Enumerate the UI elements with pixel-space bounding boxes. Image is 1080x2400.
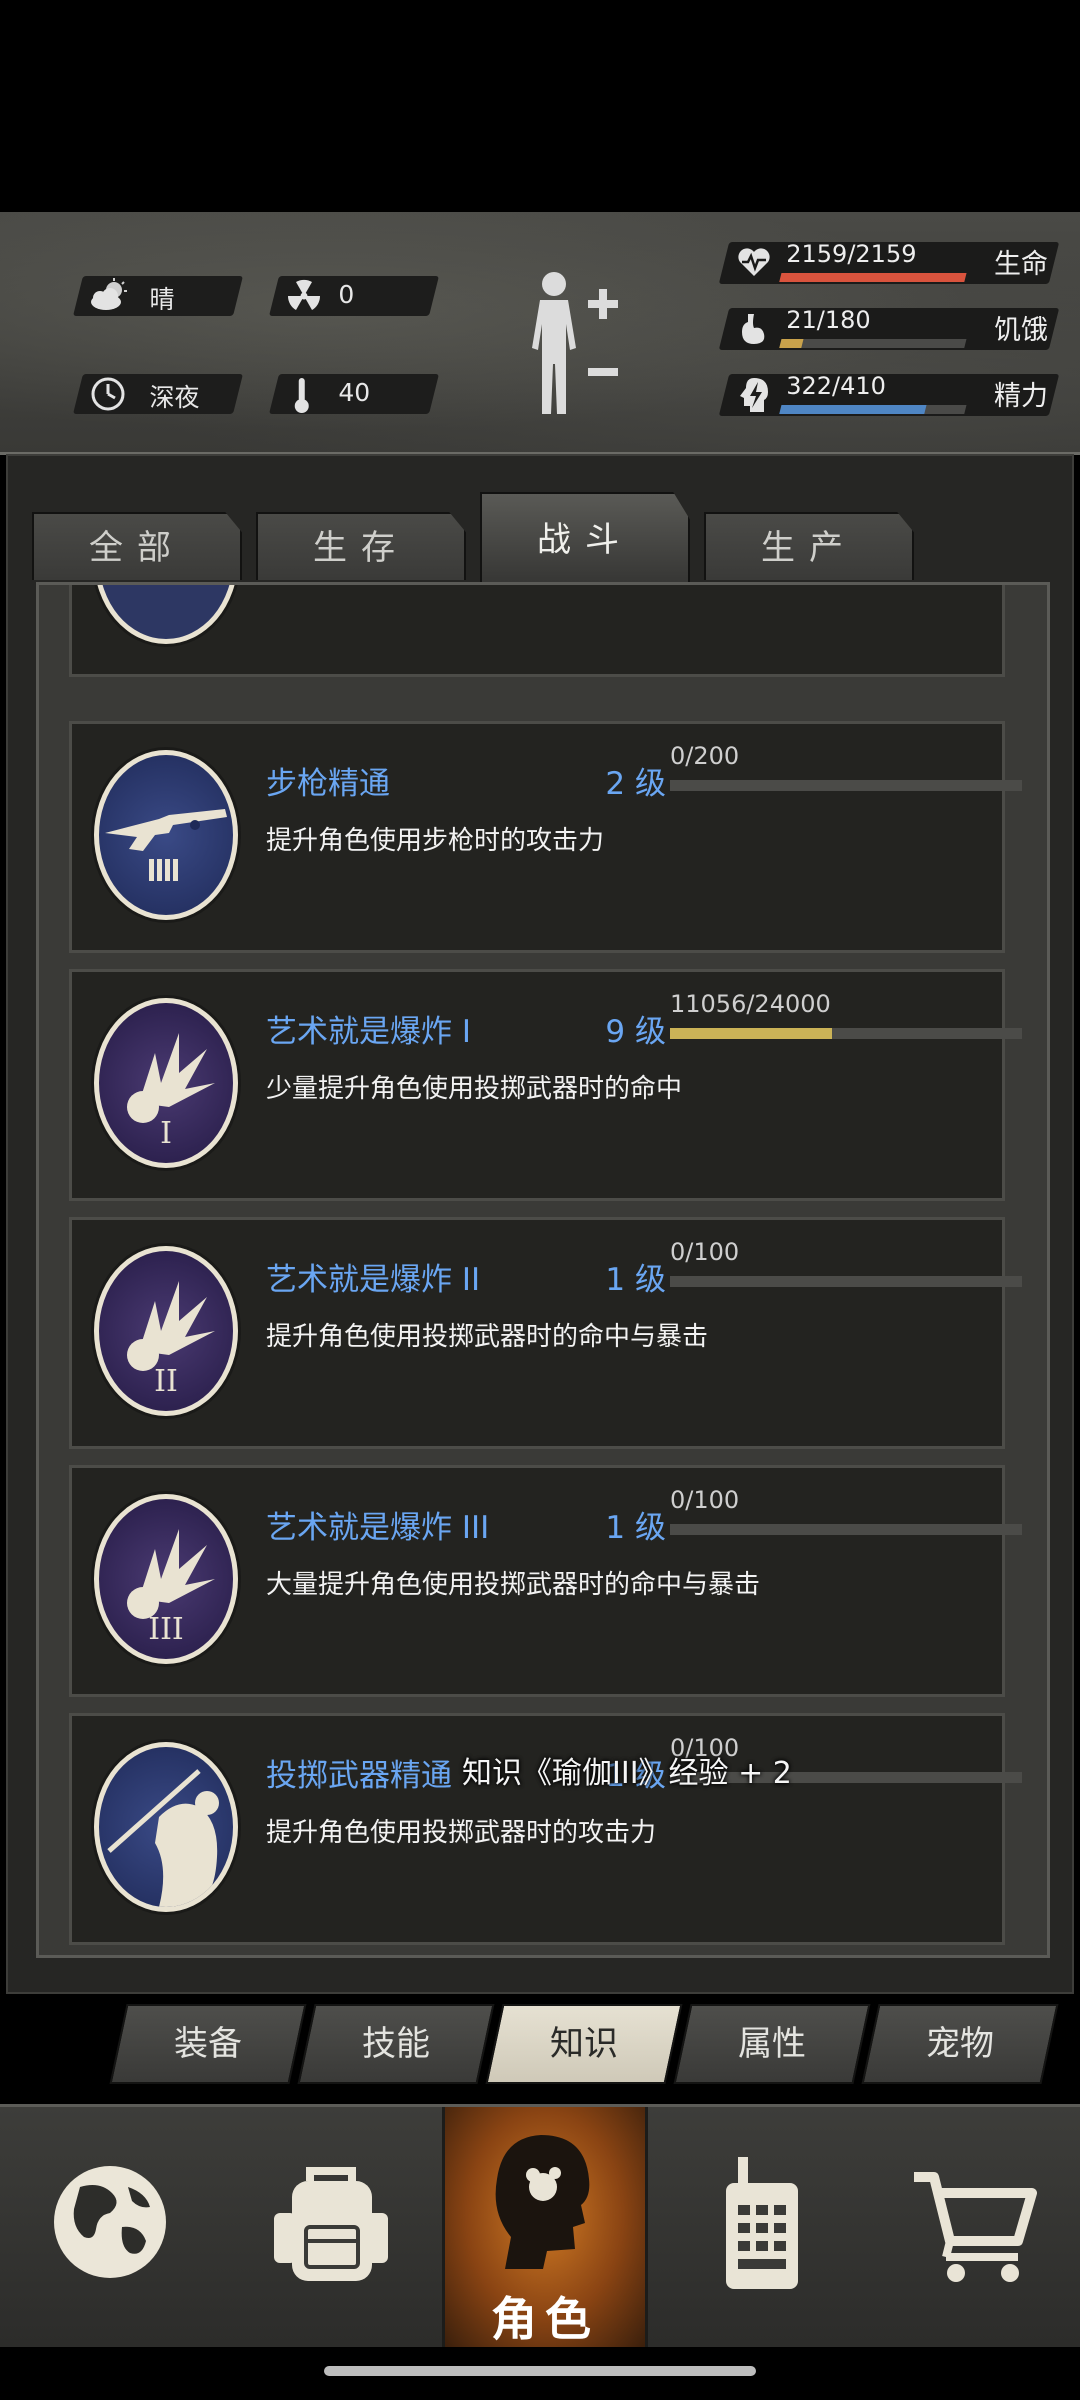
radiation-value: 0 [338, 280, 355, 309]
skill-description: 少量提升角色使用投掷武器时的命中 [266, 1074, 683, 1104]
tab-pets-label: 宠物 [926, 2024, 994, 2064]
energy-fill [779, 405, 927, 414]
character-head-icon [495, 2135, 590, 2269]
temperature-stat: 40 [269, 374, 439, 414]
hunger-track [779, 339, 967, 348]
nav-character[interactable]: 角色 [442, 2107, 648, 2347]
skill-card-explosion-2[interactable]: II 艺术就是爆炸 II 1 级 0/100 提升角色使用投掷武器时的命中与暴击 [69, 1217, 1022, 1449]
skill-level: 1 级 [605, 1262, 666, 1298]
hunger-value: 21/180 [786, 306, 871, 334]
skill-level: 9 级 [605, 1014, 666, 1050]
rifle-medal-icon [94, 750, 238, 920]
nav-shop[interactable] [870, 2107, 1070, 2347]
tab-knowledge[interactable]: 知识 [485, 2004, 683, 2084]
svg-text:III: III [148, 1612, 184, 1647]
skill-description: 提升角色使用投掷武器时的命中与暴击 [266, 1322, 709, 1352]
skill-level: 2 级 [605, 766, 666, 802]
skill-description: 大量提升角色使用投掷武器时的命中与暴击 [266, 1570, 761, 1600]
throwing-medal-icon [94, 1742, 238, 1912]
skill-name: 艺术就是爆炸 I [266, 1014, 471, 1050]
skill-card-explosion-1[interactable]: I 艺术就是爆炸 I 9 级 11056/24000 少量提升角色使用投掷武器时… [69, 969, 1022, 1201]
tab-combat[interactable]: 战斗 [480, 492, 690, 584]
skill-progress: 0/100 [670, 1238, 740, 1266]
health-track [779, 273, 967, 282]
hunger-label: 饥饿 [994, 315, 1048, 346]
temperature-value: 40 [338, 378, 371, 407]
bottom-nav: 角色 [0, 2104, 1080, 2347]
health-fill [779, 273, 967, 282]
tab-skills[interactable]: 技能 [297, 2004, 495, 2084]
skill-card-partial[interactable] [69, 585, 1005, 677]
time-stat: 深夜 [73, 374, 243, 414]
tab-pets[interactable]: 宠物 [861, 2004, 1059, 2084]
heart-icon [738, 248, 770, 276]
clock-icon [91, 377, 125, 411]
partial-medal-icon [94, 585, 238, 644]
hunger-fill [779, 339, 804, 348]
energy-value: 322/410 [786, 372, 886, 400]
mind-bolt-icon [740, 378, 768, 412]
explosion-medal-3-icon: III [94, 1494, 238, 1664]
home-indicator[interactable] [324, 2366, 756, 2376]
time-text: 深夜 [149, 383, 200, 412]
tab-attributes[interactable]: 属性 [673, 2004, 871, 2084]
energy-label: 精力 [994, 381, 1048, 412]
radiation-icon [287, 279, 321, 310]
skill-level: 1 级 [605, 1510, 666, 1546]
weather-text: 晴 [149, 285, 175, 314]
skill-xp-track [670, 780, 1022, 791]
explosion-medal-2-icon: II [94, 1246, 238, 1416]
skill-description: 提升角色使用投掷武器时的攻击力 [266, 1818, 657, 1848]
skill-xp-track [670, 1524, 1022, 1535]
tab-production[interactable]: 生产 [704, 512, 914, 580]
nav-inventory[interactable] [230, 2107, 430, 2347]
shopping-cart-icon [914, 2172, 1037, 2282]
tab-knowledge-label: 知识 [550, 2024, 618, 2064]
tab-equipment[interactable]: 装备 [109, 2004, 307, 2084]
svg-text:I: I [160, 1116, 172, 1151]
skill-progress: 0/100 [670, 1486, 740, 1514]
explosion-medal-1-icon: I [94, 998, 238, 1168]
weather-cloud-sun-icon [91, 278, 127, 310]
weather-stat: 晴 [73, 276, 243, 316]
skill-xp-track [670, 1276, 1022, 1287]
skill-name: 投掷武器精通 [266, 1758, 452, 1794]
nav-character-label: 角色 [491, 2292, 599, 2346]
nav-map[interactable] [10, 2107, 210, 2347]
skill-card-rifle[interactable]: 步枪精通 2 级 0/200 提升角色使用步枪时的攻击力 [69, 721, 1022, 953]
skill-card-explosion-3[interactable]: III 艺术就是爆炸 III 1 级 0/100 大量提升角色使用投掷武器时的命… [69, 1465, 1022, 1697]
health-label: 生命 [994, 249, 1048, 280]
skill-name: 艺术就是爆炸 II [266, 1262, 481, 1298]
skill-name: 步枪精通 [266, 766, 390, 802]
health-value: 2159/2159 [786, 240, 917, 268]
tab-equipment-label: 装备 [174, 2024, 242, 2064]
tab-survival[interactable]: 生存 [256, 512, 466, 580]
skill-progress: 0/200 [670, 742, 740, 770]
backpack-icon [274, 2167, 388, 2281]
tab-attributes-label: 属性 [738, 2024, 806, 2064]
radiation-stat: 0 [269, 276, 439, 316]
globe-icon [54, 2166, 166, 2278]
skill-xp-track [670, 1028, 1022, 1039]
svg-text:II: II [154, 1364, 178, 1399]
walkie-talkie-icon [726, 2157, 798, 2289]
thermometer-icon [294, 378, 309, 413]
status-header: 晴 0 深夜 40 2159/2159 生命 21/180 饥饿 322/410… [0, 212, 1080, 455]
tab-skills-label: 技能 [362, 2024, 430, 2064]
energy-track [779, 405, 967, 414]
xp-toast: 知识《瑜伽III》经验 + 2 [462, 1756, 792, 1791]
stomach-icon [742, 314, 765, 344]
tab-all[interactable]: 全部 [32, 512, 242, 580]
skill-description: 提升角色使用步枪时的攻击力 [266, 826, 605, 856]
nav-radio[interactable] [660, 2107, 860, 2347]
skill-name: 艺术就是爆炸 III [266, 1510, 490, 1546]
body-status-icon[interactable] [520, 268, 630, 418]
skill-progress: 11056/24000 [670, 990, 831, 1018]
skill-xp-fill [670, 1028, 832, 1039]
